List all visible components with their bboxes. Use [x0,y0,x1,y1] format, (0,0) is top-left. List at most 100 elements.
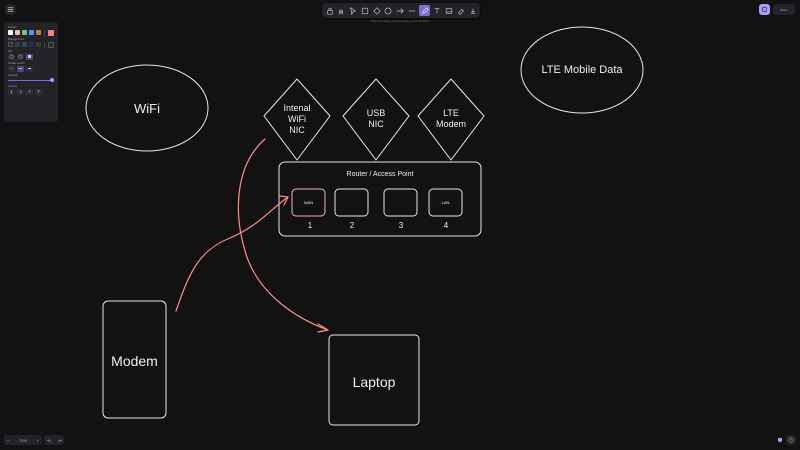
current-background-color[interactable] [48,41,54,48]
port-number-2: 2 [349,221,355,230]
main-menu-button[interactable] [5,4,16,15]
rectangle-icon [361,7,368,14]
swatch-divider [44,41,45,48]
shield-icon[interactable] [777,437,783,443]
usb-nic-label: USB NIC [366,108,386,129]
arrow-right-icon [396,7,404,14]
library-tool[interactable] [468,6,477,15]
bold-line-icon [19,68,22,69]
ellipse-tool[interactable] [384,6,393,15]
line-icon [408,10,415,11]
help-icon [788,437,794,443]
send-to-back[interactable] [8,88,15,95]
stroke-bold[interactable] [17,65,24,72]
text-tool[interactable] [433,6,442,15]
text-icon [434,7,440,13]
lte-mobile-label: LTE Mobile Data [541,64,623,76]
bring-forward-icon [28,90,31,93]
bring-front-icon [37,89,40,93]
stroke-width-options [8,65,54,72]
circle-icon [384,7,392,14]
draw-tool[interactable] [419,5,430,16]
send-backward-icon [19,90,22,93]
stroke-extra-bold[interactable] [26,65,33,72]
zoom-controls: − 70% + [4,435,42,445]
nic-to-laptop-arrow[interactable] [237,138,329,331]
line-tool[interactable] [407,6,416,15]
zoom-out-button[interactable]: − [7,438,9,443]
bg-olive[interactable] [36,42,41,47]
lock-tool[interactable] [325,6,334,15]
share-button[interactable]: Share [773,4,795,15]
port-box-3[interactable] [383,188,418,217]
opacity-label: Opacity [8,73,19,77]
bg-teal[interactable] [22,42,27,47]
port-number-4: 4 [443,221,449,230]
color-green[interactable] [22,30,27,35]
color-pink[interactable] [15,30,20,35]
color-brown[interactable] [36,30,41,35]
wifi-label: WiFi [134,101,160,116]
select-tool[interactable] [349,6,358,15]
swatch-divider [44,29,45,36]
current-stroke-color[interactable] [48,29,54,36]
fill-solid[interactable] [26,53,33,60]
bring-to-front[interactable] [35,88,42,95]
color-blue[interactable] [29,30,34,35]
hand-icon [339,8,344,14]
router-title: Router / Access Point [346,171,414,178]
port-label-1: WAN [303,200,314,205]
send-back-icon [10,90,13,94]
slider-track [8,80,54,81]
pencil-icon [421,6,429,14]
color-white[interactable] [8,30,13,35]
send-backward[interactable] [17,88,24,95]
arrow-tool[interactable] [396,6,405,15]
modem-label: Modem [111,353,158,369]
solid-fill-icon [28,55,31,58]
library-icon [762,7,767,12]
port-label-4: LAN [441,200,450,205]
eraser-icon [457,8,464,15]
lock-icon [326,7,333,15]
laptop-label: Laptop [352,374,396,390]
hand-tool[interactable] [337,6,346,15]
port-box-2[interactable] [334,188,369,217]
stroke-colors [8,29,54,36]
crosshatch-icon [18,54,23,59]
bg-navy[interactable] [29,42,34,47]
top-toolbar [322,3,480,18]
port-number-1: 1 [307,221,313,230]
modem-to-wan-arrow[interactable] [175,196,289,312]
cursor-icon [350,6,357,15]
fill-hachure[interactable] [8,53,15,60]
help-button[interactable] [786,435,796,445]
bring-forward[interactable] [26,88,33,95]
background-colors [8,41,54,48]
properties-panel: Stroke Background Fill Stroke width Opac… [4,22,58,122]
opacity-slider[interactable] [8,78,54,83]
extra-bold-line-icon [28,68,31,69]
zoom-in-button[interactable]: + [37,438,39,443]
eraser-tool[interactable] [456,6,465,15]
layer-options [8,88,54,95]
hachure-icon [9,54,14,59]
hamburger-icon [7,7,14,12]
lte-modem-label: LTE Modem [435,108,466,129]
bg-dark[interactable] [15,42,20,47]
undo-redo-controls [44,435,64,445]
fill-options [8,53,54,60]
port-number-3: 3 [398,221,404,230]
redo-icon[interactable] [57,438,62,443]
undo-icon[interactable] [46,438,52,443]
bg-transparent[interactable] [8,42,13,47]
library-button[interactable] [759,4,770,15]
rectangle-tool[interactable] [360,6,369,15]
fill-cross[interactable] [17,53,24,60]
diamond-tool[interactable] [372,6,381,15]
slider-knob[interactable] [50,78,54,82]
zoom-level[interactable]: 70% [19,438,27,443]
internal-nic-label: Intenal WiFi NIC [283,103,311,135]
image-tool[interactable] [445,6,454,15]
stroke-thin[interactable] [8,65,15,72]
